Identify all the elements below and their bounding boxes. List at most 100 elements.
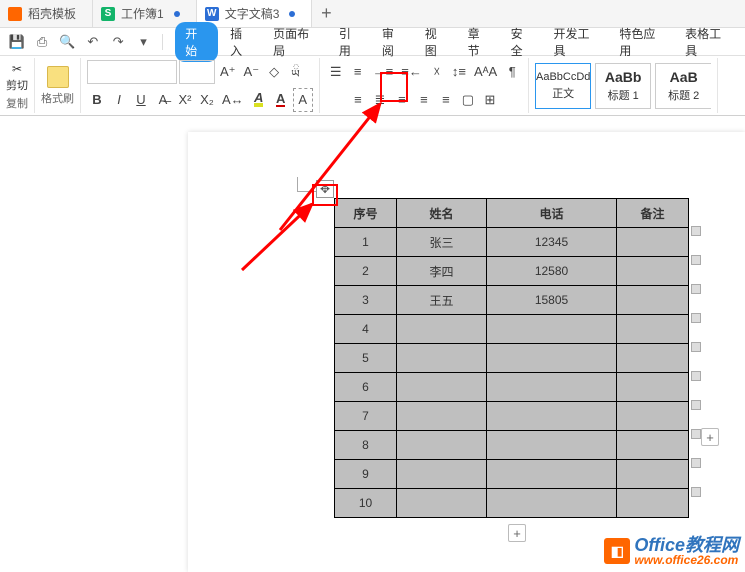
row-handle[interactable] [691,255,701,265]
highlight-button[interactable]: A [249,88,269,112]
cell-note[interactable] [617,228,689,257]
font-family-select[interactable] [87,60,177,84]
header-phone[interactable]: 电话 [487,199,617,228]
row-handle[interactable] [691,284,701,294]
cell-phone[interactable] [487,315,617,344]
header-no[interactable]: 序号 [335,199,397,228]
cell-no[interactable]: 9 [335,460,397,489]
cell-phone[interactable] [487,344,617,373]
cell-no[interactable]: 1 [335,228,397,257]
italic-button[interactable]: I [109,88,129,112]
cell-note[interactable] [617,344,689,373]
cell-phone[interactable] [487,489,617,518]
qat-dropdown[interactable]: ▾ [133,32,154,52]
cell-no[interactable]: 10 [335,489,397,518]
menu-dev[interactable]: 开发工具 [546,22,608,62]
style-heading2[interactable]: AaB 标题 2 [655,63,711,109]
cell-note[interactable] [617,373,689,402]
superscript-button[interactable]: X² [175,88,195,112]
menu-review[interactable]: 审阅 [374,22,413,62]
add-row-button[interactable]: + [508,524,526,542]
cell-phone[interactable] [487,460,617,489]
align-justify-button[interactable]: ≡ [414,88,434,112]
menu-special[interactable]: 特色应用 [611,22,673,62]
char-border-button[interactable]: A [293,88,313,112]
row-handle[interactable] [691,429,701,439]
cell-phone[interactable] [487,402,617,431]
row-handle[interactable] [691,458,701,468]
row-handle[interactable] [691,400,701,410]
menu-table-tools[interactable]: 表格工具 [677,22,739,62]
preview-button[interactable]: 🔍 [57,32,78,52]
cell-note[interactable] [617,257,689,286]
copy-label[interactable]: 复制 [6,95,28,111]
cell-name[interactable] [397,460,487,489]
font-size-select[interactable] [179,60,215,84]
char-scale-button[interactable]: A↔ [219,88,247,112]
char-spacing-button[interactable]: AᴬA [471,60,500,84]
cell-name[interactable] [397,315,487,344]
row-handle[interactable] [691,487,701,497]
cell-name[interactable] [397,489,487,518]
cell-name[interactable]: 王五 [397,286,487,315]
sort-button[interactable]: ☓ [427,60,447,84]
style-heading1[interactable]: AaBb 标题 1 [595,63,651,109]
redo-button[interactable]: ↷ [108,32,129,52]
tab-templates[interactable]: 稻壳模板 [0,0,93,27]
menu-insert[interactable]: 插入 [222,22,261,62]
cell-note[interactable] [617,431,689,460]
strike-button[interactable]: A̶ [153,88,173,112]
underline-button[interactable]: U [131,88,151,112]
style-normal[interactable]: AaBbCcDd 正文 [535,63,591,109]
menu-ref[interactable]: 引用 [331,22,370,62]
font-color-button[interactable]: A [271,88,291,112]
cell-no[interactable]: 4 [335,315,397,344]
format-painter-icon[interactable] [47,66,69,88]
menu-chapter[interactable]: 章节 [460,22,499,62]
clear-format-button[interactable]: ◇ [264,60,284,84]
shading-button[interactable]: ▢ [458,88,478,112]
row-handle[interactable] [691,313,701,323]
cell-note[interactable] [617,489,689,518]
cell-name[interactable] [397,373,487,402]
menu-start[interactable]: 开始 [175,22,218,62]
print-button[interactable]: ⎙ [31,32,52,52]
cell-phone[interactable] [487,431,617,460]
bold-button[interactable]: B [87,88,107,112]
save-button[interactable]: 💾 [6,32,27,52]
menu-view[interactable]: 视图 [417,22,456,62]
header-name[interactable]: 姓名 [397,199,487,228]
cell-no[interactable]: 7 [335,402,397,431]
cell-name[interactable] [397,431,487,460]
align-distribute-button[interactable]: ≡ [436,88,456,112]
borders-button[interactable]: ⊞ [480,88,500,112]
menu-security[interactable]: 安全 [503,22,542,62]
cell-phone[interactable]: 12580 [487,257,617,286]
cut-icon[interactable]: ✂ [9,61,25,77]
row-handle[interactable] [691,371,701,381]
cell-note[interactable] [617,460,689,489]
cell-phone[interactable]: 15805 [487,286,617,315]
phonetic-button[interactable]: ྻ [286,60,306,84]
cell-phone[interactable] [487,373,617,402]
undo-button[interactable]: ↶ [82,32,103,52]
cell-name[interactable] [397,402,487,431]
cell-note[interactable] [617,402,689,431]
cell-no[interactable]: 5 [335,344,397,373]
cell-note[interactable] [617,286,689,315]
cell-no[interactable]: 8 [335,431,397,460]
header-note[interactable]: 备注 [617,199,689,228]
cell-note[interactable] [617,315,689,344]
cell-no[interactable]: 3 [335,286,397,315]
align-left-button[interactable]: ≡ [348,88,368,112]
add-column-button[interactable]: + [701,428,719,446]
cell-phone[interactable]: 12345 [487,228,617,257]
increase-font-button[interactable]: A⁺ [217,60,239,84]
cell-name[interactable]: 李四 [397,257,487,286]
data-table[interactable]: 序号 姓名 电话 备注 1张三12345 2李四12580 3王五15805 4… [334,198,689,518]
decrease-font-button[interactable]: A⁻ [241,60,263,84]
cell-name[interactable]: 张三 [397,228,487,257]
cell-no[interactable]: 6 [335,373,397,402]
bullet-list-button[interactable]: ☰ [326,60,346,84]
cell-name[interactable] [397,344,487,373]
